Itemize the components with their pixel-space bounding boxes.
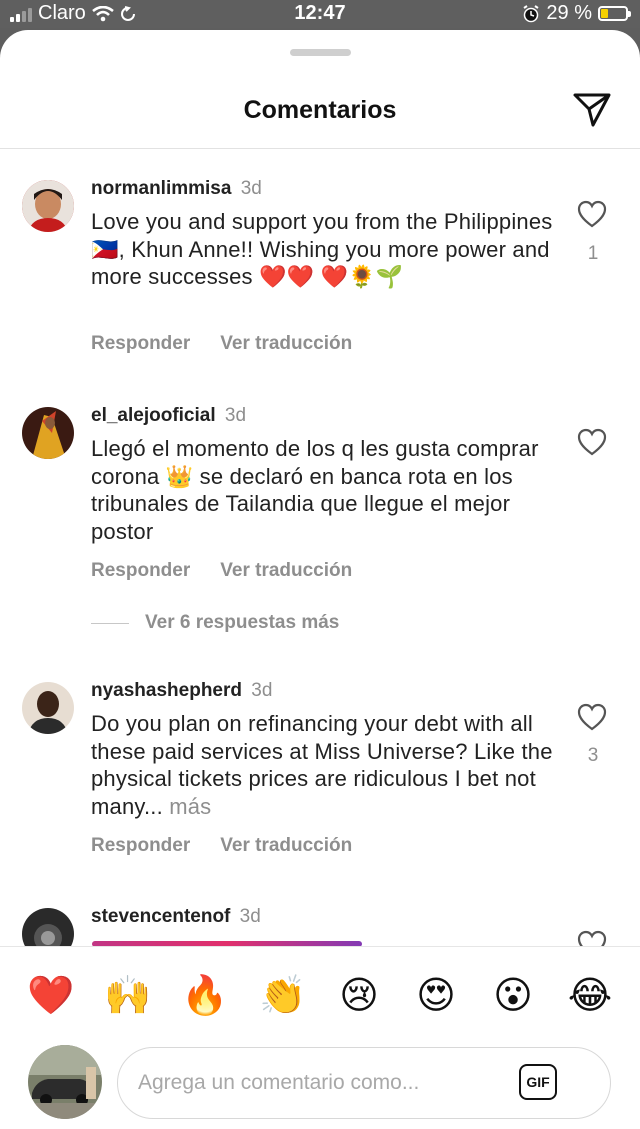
comment-input-container[interactable]: GIF [117,1047,611,1119]
avatar[interactable] [22,180,74,232]
comment-header: el_alejooficial 3d [91,405,246,427]
comment-header: normanlimmisa 3d [91,178,262,200]
heart-icon[interactable] [577,703,607,731]
heart-icon[interactable] [577,428,607,456]
comment-time: 3d [251,680,273,701]
alarm-icon [523,4,539,22]
comment-actions: Responder Ver traducción [91,835,352,857]
emoji-reactions: ❤️ 🙌 🔥 👏 😢 😍 😮 😂 [0,973,640,1023]
replies-line [91,622,129,624]
comment-composer-bar: ❤️ 🙌 🔥 👏 😢 😍 😮 😂 GIF [0,946,640,1129]
more-replies-label[interactable]: Ver 6 respuestas más [145,612,339,634]
translate-button[interactable]: Ver traducción [220,835,352,857]
paper-plane-icon[interactable] [572,92,612,128]
avatar-image [28,1045,102,1119]
comment-username[interactable]: stevencentenof [91,906,230,927]
battery-icon [598,6,631,21]
comment-input[interactable] [138,1066,518,1100]
more-link[interactable]: más [169,794,211,819]
avatar[interactable] [22,682,74,734]
like-count: 3 [587,745,599,766]
translate-button[interactable]: Ver traducción [220,333,352,355]
reaction-crying-button[interactable]: 😢 [336,973,382,1019]
reaction-raised-hands-button[interactable]: 🙌 [104,973,151,1019]
sheet-grabber[interactable] [290,49,351,56]
user-avatar [28,1045,102,1119]
battery-percent: 29 % [546,2,592,24]
comment-time: 3d [240,178,262,199]
status-bar: Claro 12:47 29 % [0,0,640,28]
reply-button[interactable]: Responder [91,560,190,582]
gif-button[interactable]: GIF [519,1064,557,1100]
avatar-image [22,407,74,459]
reaction-heart-button[interactable]: ❤️ [27,973,74,1019]
comment-username[interactable]: normanlimmisa [91,178,231,199]
comment-text: Llegó el momento de los q les gusta comp… [91,436,539,544]
comments-sheet: Comentarios normanlimmisa 3d Love you an… [0,30,640,1129]
heart-icon[interactable] [577,200,607,228]
avatar-image [22,682,74,734]
comment-body: Do you plan on refinancing your debt wit… [91,711,553,819]
comment-time: 3d [239,906,261,927]
avatar[interactable] [22,407,74,459]
reaction-surprised-button[interactable]: 😮 [490,973,536,1019]
like-count: 1 [587,243,599,264]
comment-text: Do you plan on refinancing your debt wit… [91,710,561,820]
comment-actions: Responder Ver traducción [91,333,352,355]
comment-time: 3d [224,405,247,426]
header-divider [0,148,640,149]
reaction-fire-button[interactable]: 🔥 [181,973,228,1019]
avatar-image [22,180,74,232]
reaction-clap-button[interactable]: 👏 [259,973,306,1019]
status-right: 29 % [522,2,631,25]
comment-text: Love you and support you from the Philip… [91,209,553,289]
reply-button[interactable]: Responder [91,835,190,857]
reaction-heart-eyes-button[interactable]: 😍 [413,973,459,1019]
translate-button[interactable]: Ver traducción [220,560,352,582]
page-title: Comentarios [243,96,397,124]
view-more-replies[interactable]: Ver 6 respuestas más [91,612,339,634]
comment-username[interactable]: nyashashepherd [91,680,242,701]
reaction-laughing-button[interactable]: 😂 [567,973,613,1019]
comment-username[interactable]: el_alejooficial [91,405,216,426]
comment-header: stevencentenof 3d [91,906,261,928]
comment-actions: Responder Ver traducción [91,560,352,582]
comment-header: nyashashepherd 3d [91,680,272,702]
reply-button[interactable]: Responder [91,333,190,355]
